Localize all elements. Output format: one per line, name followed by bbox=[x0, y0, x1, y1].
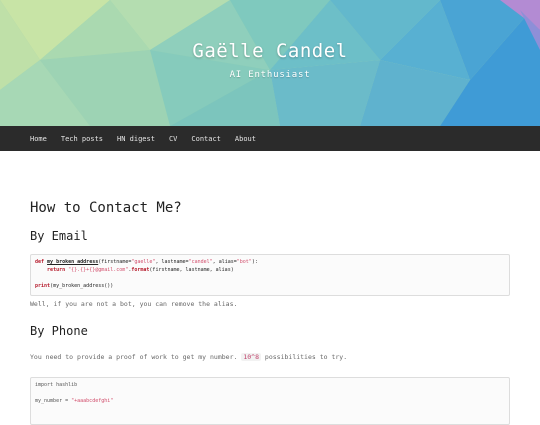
email-note: Well, if you are not a bot, you can remo… bbox=[30, 300, 238, 308]
code-text: , alias= bbox=[212, 259, 237, 265]
code-keyword: def bbox=[35, 259, 45, 265]
phone-heading: By Phone bbox=[30, 324, 88, 338]
code-text: (firstname, lastname, alias) bbox=[149, 267, 234, 273]
nav-menu: Home Tech posts HN digest CV Contact Abo… bbox=[0, 126, 540, 151]
phone-text-after: possibilities to try. bbox=[264, 353, 348, 361]
nav-item-home[interactable]: Home bbox=[30, 135, 47, 143]
code-text: my_number = bbox=[35, 398, 72, 404]
code-text: , lastname= bbox=[155, 259, 189, 265]
code-string: "+aaabcdefghi" bbox=[71, 398, 114, 404]
low-poly-background bbox=[0, 0, 540, 126]
code-string: "bot" bbox=[236, 259, 252, 265]
code-string: "{}.{}+{}@gmail.com" bbox=[68, 267, 129, 273]
phone-text: You need to provide a proof of work to g… bbox=[30, 353, 347, 361]
page-title: How to Contact Me? bbox=[30, 200, 182, 216]
code-method: format bbox=[131, 267, 150, 273]
code-text: ): bbox=[251, 259, 258, 265]
code-keyword: print bbox=[35, 283, 51, 289]
inline-code: 10^8 bbox=[241, 353, 261, 361]
code-text: import hashlib bbox=[35, 382, 78, 388]
header-banner: Gaëlle Candel AI Enthusiast bbox=[0, 0, 540, 126]
code-text: (firstname= bbox=[98, 259, 132, 265]
nav-item-contact[interactable]: Contact bbox=[191, 135, 221, 143]
nav-item-tech-posts[interactable]: Tech posts bbox=[61, 135, 103, 143]
site-subtitle: AI Enthusiast bbox=[229, 70, 311, 80]
code-keyword: return bbox=[47, 267, 66, 273]
phone-code-block: import hashlib my_number = "+aaabcdefghi… bbox=[30, 377, 510, 425]
code-string: "gaelle" bbox=[131, 259, 156, 265]
phone-text-before: You need to provide a proof of work to g… bbox=[30, 353, 238, 361]
site-title: Gaëlle Candel bbox=[192, 40, 348, 62]
code-string: "candel" bbox=[188, 259, 213, 265]
nav-item-about[interactable]: About bbox=[235, 135, 256, 143]
nav-item-hn-digest[interactable]: HN digest bbox=[117, 135, 155, 143]
email-heading: By Email bbox=[30, 229, 88, 243]
code-text: (my_broken_address()) bbox=[50, 283, 114, 289]
email-code-block: def my_broken_address(firstname="gaelle"… bbox=[30, 254, 510, 296]
navbar: Home Tech posts HN digest CV Contact Abo… bbox=[0, 126, 540, 151]
nav-item-cv[interactable]: CV bbox=[169, 135, 177, 143]
code-function-name: my_broken_address bbox=[47, 259, 99, 265]
